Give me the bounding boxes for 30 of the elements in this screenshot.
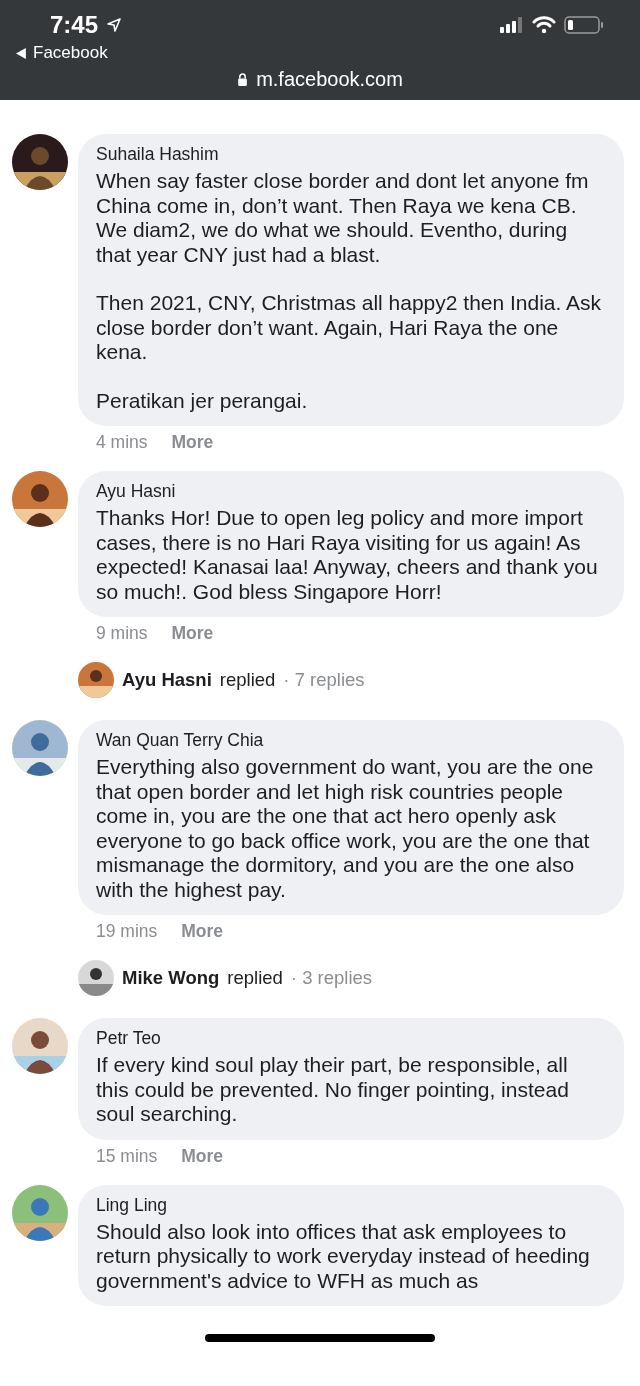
author-name[interactable]: Ling Ling xyxy=(96,1194,606,1216)
home-indicator[interactable] xyxy=(205,1334,435,1342)
comment-time: 19 mins xyxy=(96,921,158,942)
comment-text: Peratikan jer perangai. xyxy=(96,388,309,413)
reply-author[interactable]: Mike Wong xyxy=(122,967,220,989)
url-text[interactable]: m.facebook.com xyxy=(237,68,403,91)
comment-time: 15 mins xyxy=(96,1145,158,1167)
comment-text: Should also look into offices that ask employees to return physically to work everyday instead of heeding government's advice to WFH as much as xyxy=(96,1219,591,1293)
reply-label[interactable]: replied xyxy=(219,669,276,691)
author-name[interactable]: Suhaila Hashim xyxy=(96,144,606,165)
author-name[interactable]: Ayu Hasni xyxy=(96,481,606,502)
back-link[interactable]: Facebook xyxy=(0,42,108,64)
location-arrow-icon xyxy=(106,17,123,33)
comment-text: If every kind soul play their part, be responsible, all this could be prevented. No finger pointing, instead soul searching. xyxy=(96,1053,570,1127)
clock-time: 7:45 xyxy=(50,11,99,39)
comment-text: Thanks Hor! Due to open leg policy and more import cases, there is no Hari Raya visiting for us again! As expected! Kanasai laa! Anyway, cheers and thank you so much!. God bless Singapore Horr! xyxy=(96,506,599,604)
comment-text: When say faster close border and dont let anyone fm China come in, don’t want. Then Raya we kena CB. We diam2, we do what we should. Eventho, during that year CNY just had a blast. xyxy=(96,169,590,267)
comment-text: Then 2021, CNY, Christmas all happy2 then India. Ask close border don’t want. Again, Hari Raya the one kena. xyxy=(96,291,603,365)
comment-time: 9 mins xyxy=(96,623,148,644)
comment-time: 4 mins xyxy=(96,432,148,453)
back-triangle-icon xyxy=(16,47,27,59)
reply-label[interactable]: replied xyxy=(227,967,283,989)
signal-icon xyxy=(500,17,524,33)
reply-author[interactable]: Ayu Hasni xyxy=(122,669,212,691)
comment-text: Everything also government do want, you are the one that open border and let high risk countries people come in, you are the one that act hero openly ask everyone to go back office work, you are the one that mismanage the dormitory, and you are the one also with the highest pay. xyxy=(96,755,595,902)
author-name[interactable]: Wan Quan Terry Chia xyxy=(96,730,606,751)
author-name[interactable]: Petr Teo xyxy=(96,1028,606,1049)
wifi-icon xyxy=(532,16,556,34)
battery-icon xyxy=(564,15,604,35)
lock-icon xyxy=(237,73,249,86)
